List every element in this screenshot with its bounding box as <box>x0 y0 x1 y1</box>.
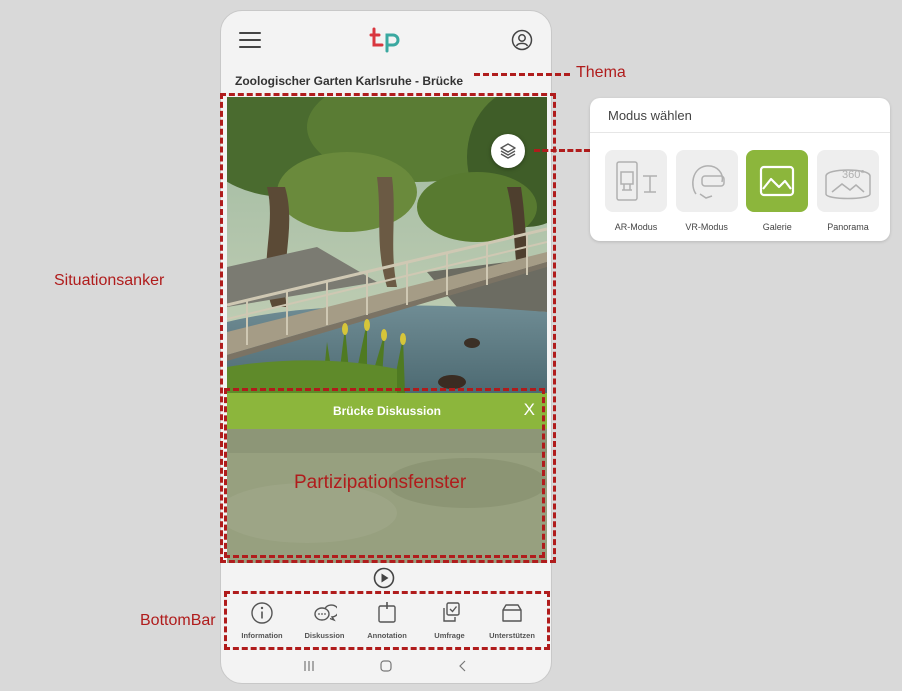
mode-galerie[interactable]: Galerie <box>745 150 809 232</box>
home-icon[interactable] <box>379 659 393 673</box>
mode-ar[interactable]: AR-Modus <box>604 150 668 232</box>
divider <box>590 132 890 133</box>
annotation-thema: Thema <box>576 64 626 81</box>
mode-label: VR-Modus <box>685 222 728 232</box>
mode-tile-active <box>746 150 809 212</box>
topic-title: Zoologischer Garten Karlsruhe - Brücke <box>235 74 464 88</box>
top-app-bar <box>221 11 551 69</box>
ar-device-icon <box>616 161 657 201</box>
mode-title: Modus wählen <box>608 108 692 123</box>
annotation-bottombar: BottomBar <box>140 612 216 629</box>
mode-connector <box>534 149 590 152</box>
thema-connector <box>474 73 570 76</box>
mode-tile: 360° <box>816 150 879 212</box>
panorama-badge: 360° <box>842 169 865 181</box>
mode-list: AR-Modus VR-Modus Galerie 360° Panorama <box>604 150 880 232</box>
recent-apps-icon[interactable] <box>302 659 316 673</box>
panorama-360-icon: 360° <box>825 169 871 200</box>
mode-tile <box>675 150 738 212</box>
mode-panorama[interactable]: 360° Panorama <box>816 150 880 232</box>
vr-headset-icon <box>691 165 725 199</box>
annotation-partizipationsfenster: Partizipationsfenster <box>294 472 467 493</box>
profile-icon[interactable] <box>511 29 533 51</box>
mode-vr[interactable]: VR-Modus <box>675 150 739 232</box>
mode-label: Galerie <box>762 222 792 232</box>
mode-label: Panorama <box>827 222 869 232</box>
system-navigation <box>221 653 551 679</box>
annotation-situationsanker: Situationsanker <box>54 272 165 289</box>
bottom-bar-outline <box>224 591 550 650</box>
mode-selection-card: Modus wählen AR-Modus VR-Modus Galerie 3… <box>590 98 890 241</box>
menu-icon[interactable] <box>239 32 261 48</box>
gallery-image-icon <box>760 165 795 197</box>
mode-label: AR-Modus <box>614 222 658 232</box>
app-logo <box>369 27 400 53</box>
mode-tile <box>605 150 667 212</box>
play-icon[interactable] <box>373 567 395 589</box>
back-icon[interactable] <box>456 659 470 673</box>
